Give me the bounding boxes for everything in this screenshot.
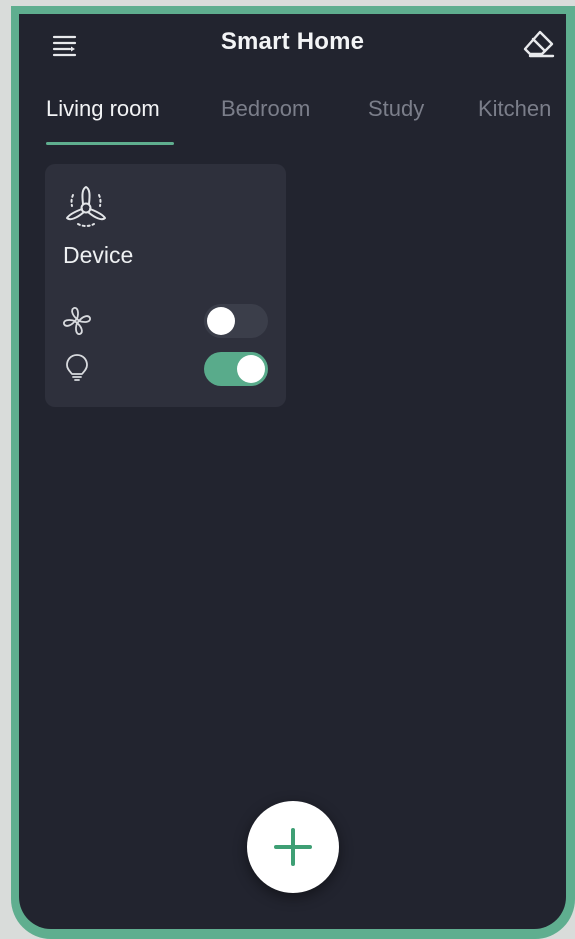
light-toggle[interactable] bbox=[204, 352, 268, 386]
ceiling-fan-icon bbox=[66, 186, 106, 227]
device-title: Device bbox=[63, 242, 134, 268]
tab-bedroom[interactable]: Bedroom bbox=[221, 96, 310, 122]
tab-study[interactable]: Study bbox=[368, 96, 424, 122]
app-screen: Smart Home Living room Bedroom Study Kit… bbox=[19, 14, 566, 929]
add-device-button[interactable] bbox=[247, 801, 339, 893]
toggle-knob bbox=[207, 307, 235, 335]
active-tab-indicator bbox=[46, 142, 174, 145]
tab-living-room[interactable]: Living room bbox=[46, 96, 160, 122]
fan-icon bbox=[63, 307, 91, 335]
tab-kitchen[interactable]: Kitchen bbox=[478, 96, 551, 122]
clear-button[interactable] bbox=[520, 27, 556, 61]
device-card[interactable]: Device bbox=[45, 164, 286, 407]
room-tabs: Living room Bedroom Study Kitchen bbox=[19, 90, 566, 150]
toggle-knob bbox=[237, 355, 265, 383]
eraser-icon bbox=[523, 30, 555, 58]
lightbulb-icon bbox=[66, 354, 88, 381]
app-header: Smart Home bbox=[19, 14, 566, 84]
page-title: Smart Home bbox=[220, 28, 365, 55]
plus-icon bbox=[274, 828, 312, 866]
phone-frame: Smart Home Living room Bedroom Study Kit… bbox=[11, 6, 575, 939]
fan-toggle[interactable] bbox=[204, 304, 268, 338]
